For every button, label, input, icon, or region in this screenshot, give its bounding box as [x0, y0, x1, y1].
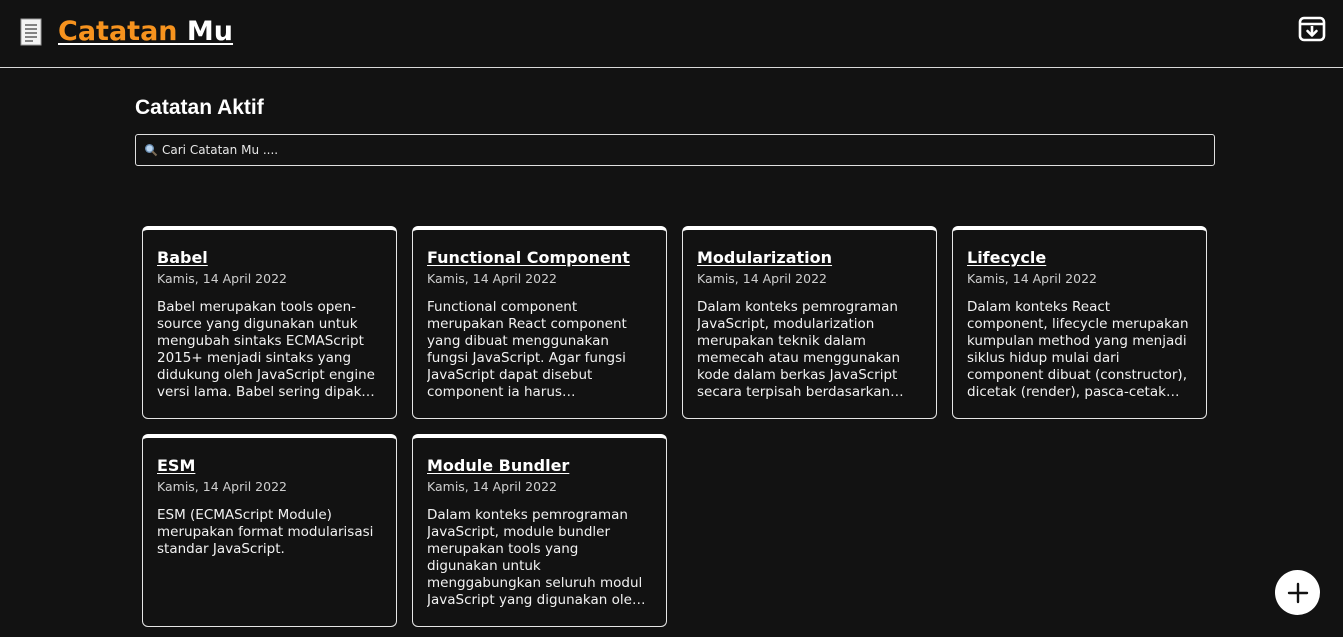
- plus-icon: [1287, 582, 1308, 603]
- note-card[interactable]: Module Bundler Kamis, 14 April 2022 Dala…: [412, 434, 667, 627]
- search-bar[interactable]: [135, 134, 1215, 166]
- note-title-link[interactable]: Babel: [157, 248, 382, 267]
- note-title-link[interactable]: Lifecycle: [967, 248, 1192, 267]
- archive-icon: [1298, 16, 1326, 42]
- note-body: Dalam konteks pemrograman JavaScript, mo…: [697, 299, 901, 400]
- archive-button[interactable]: [1297, 14, 1327, 44]
- add-note-button[interactable]: [1275, 570, 1320, 615]
- note-title-link[interactable]: Module Bundler: [427, 456, 652, 475]
- note-card[interactable]: Functional Component Kamis, 14 April 202…: [412, 226, 667, 419]
- brand-accent-text: Catatan: [58, 16, 178, 47]
- note-body: Functional component merupakan React com…: [427, 299, 627, 400]
- page-title: Catatan Aktif: [135, 96, 264, 119]
- note-body: ESM (ECMAScript Module) merupakan format…: [157, 507, 374, 557]
- note-card[interactable]: Babel Kamis, 14 April 2022 Babel merupak…: [142, 226, 397, 419]
- app-header: Catatan Mu: [0, 0, 1343, 68]
- search-input[interactable]: [162, 139, 1202, 161]
- note-card[interactable]: Modularization Kamis, 14 April 2022 Dala…: [682, 226, 937, 419]
- brand-logo-link[interactable]: Catatan Mu: [16, 16, 233, 47]
- note-body: Dalam konteks pemrograman JavaScript, mo…: [427, 507, 643, 608]
- note-date: Kamis, 14 April 2022: [157, 479, 287, 494]
- note-body: Dalam konteks React component, lifecycle…: [967, 299, 1189, 400]
- brand-rest-text: Mu: [177, 16, 234, 47]
- note-date: Kamis, 14 April 2022: [967, 271, 1097, 286]
- note-date: Kamis, 14 April 2022: [157, 271, 287, 286]
- note-body: Babel merupakan tools open-source yang d…: [157, 299, 375, 400]
- note-icon: [20, 18, 42, 45]
- note-date: Kamis, 14 April 2022: [427, 479, 557, 494]
- note-card[interactable]: ESM Kamis, 14 April 2022 ESM (ECMAScript…: [142, 434, 397, 627]
- notes-grid: Babel Kamis, 14 April 2022 Babel merupak…: [142, 226, 1207, 627]
- note-card[interactable]: Lifecycle Kamis, 14 April 2022 Dalam kon…: [952, 226, 1207, 419]
- note-title-link[interactable]: Functional Component: [427, 248, 652, 267]
- search-icon: [145, 144, 158, 157]
- main-content: Catatan Aktif: [135, 96, 1215, 166]
- note-title-link[interactable]: ESM: [157, 456, 382, 475]
- note-title-link[interactable]: Modularization: [697, 248, 922, 267]
- note-date: Kamis, 14 April 2022: [427, 271, 557, 286]
- note-date: Kamis, 14 April 2022: [697, 271, 827, 286]
